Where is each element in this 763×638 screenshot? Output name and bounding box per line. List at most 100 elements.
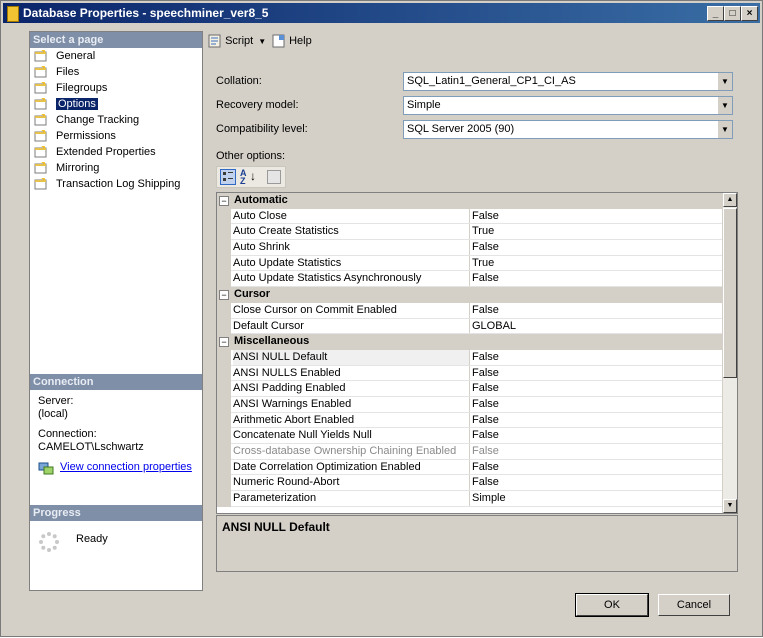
property-row[interactable]: Auto Update Statistics True — [217, 255, 737, 272]
collapse-icon[interactable]: − — [219, 337, 229, 348]
categorized-icon[interactable] — [220, 169, 236, 185]
property-value[interactable]: False — [472, 397, 499, 413]
page-item-label: Change Tracking — [56, 114, 140, 126]
property-value[interactable]: False — [472, 271, 499, 287]
scroll-up-icon[interactable]: ▲ — [723, 193, 737, 207]
property-row[interactable]: ANSI NULLS Enabled False — [217, 365, 737, 382]
category-name: Automatic — [234, 194, 288, 206]
property-row[interactable]: Numeric Round-Abort False — [217, 475, 737, 492]
cancel-button[interactable]: Cancel — [658, 594, 730, 616]
progress-header: Progress — [30, 505, 202, 521]
close-icon[interactable]: × — [741, 6, 758, 21]
property-row[interactable]: Default Cursor GLOBAL — [217, 318, 737, 335]
page-item-label: Transaction Log Shipping — [56, 178, 181, 190]
property-pages-icon[interactable] — [267, 170, 281, 184]
server-value: (local) — [38, 408, 68, 420]
row-gutter — [217, 475, 231, 492]
row-gutter — [217, 224, 231, 241]
property-value[interactable]: False — [472, 381, 499, 397]
property-row[interactable]: ANSI NULL Default False — [217, 349, 737, 366]
collation-select[interactable]: SQL_Latin1_General_CP1_CI_AS ▼ — [403, 72, 733, 91]
property-value[interactable]: True — [472, 224, 494, 240]
property-value[interactable]: False — [472, 444, 499, 460]
window-title: Database Properties - speechminer_ver8_5 — [23, 6, 269, 20]
page-item-transaction-log-shipping[interactable]: Transaction Log Shipping — [30, 176, 202, 192]
grid-toolbar: AZ ↓ — [216, 166, 286, 188]
view-connection-properties-link[interactable]: View connection properties — [60, 461, 192, 473]
scroll-down-icon[interactable]: ▼ — [723, 499, 737, 513]
title-bar[interactable]: Database Properties - speechminer_ver8_5… — [3, 3, 760, 23]
row-gutter — [217, 412, 231, 429]
page-item-files[interactable]: Files — [30, 64, 202, 80]
help-button[interactable]: Help — [272, 34, 312, 48]
connection-header: Connection — [30, 374, 202, 390]
page-item-mirroring[interactable]: Mirroring — [30, 160, 202, 176]
options-property-grid[interactable]: − Automatic Auto Close False Auto Create Sta… — [216, 192, 738, 514]
property-row[interactable]: Auto Create Statistics True — [217, 224, 737, 241]
category-name: Miscellaneous — [234, 335, 310, 348]
property-name: Close Cursor on Commit Enabled — [233, 302, 470, 319]
help-label: Help — [289, 35, 312, 47]
page-item-permissions[interactable]: Permissions — [30, 128, 202, 144]
script-button[interactable]: Script ▼ — [208, 34, 266, 48]
property-row[interactable]: Date Correlation Optimization Enabled Fal… — [217, 459, 737, 476]
right-pane: Script ▼ Help Collation: SQL_Latin1_Gene… — [206, 31, 743, 589]
collapse-icon[interactable]: − — [219, 290, 229, 301]
property-row[interactable]: Auto Close False — [217, 208, 737, 225]
page-item-filegroups[interactable]: Filegroups — [30, 80, 202, 96]
property-value[interactable]: True — [472, 256, 494, 272]
row-gutter — [217, 302, 231, 319]
page-item-extended-properties[interactable]: Extended Properties — [30, 144, 202, 160]
page-item-general[interactable]: General — [30, 48, 202, 64]
property-value[interactable]: False — [472, 460, 499, 476]
property-value[interactable]: False — [472, 240, 499, 256]
category-row[interactable]: − Cursor — [217, 287, 737, 303]
chevron-down-icon[interactable]: ▼ — [717, 121, 732, 138]
property-value[interactable]: False — [472, 303, 499, 319]
property-row[interactable]: Auto Update Statistics Asynchronously Fal… — [217, 271, 737, 288]
property-name: Concatenate Null Yields Null — [233, 428, 470, 444]
row-gutter — [217, 396, 231, 413]
chevron-down-icon[interactable]: ▼ — [717, 73, 732, 90]
property-value[interactable]: False — [472, 209, 499, 225]
row-gutter — [217, 381, 231, 397]
property-row[interactable]: Close Cursor on Commit Enabled False — [217, 302, 737, 319]
property-value[interactable]: False — [472, 413, 499, 429]
page-item-change-tracking[interactable]: Change Tracking — [30, 112, 202, 128]
connection-value: CAMELOT\Lschwartz — [38, 441, 144, 453]
property-row[interactable]: ANSI Padding Enabled False — [217, 381, 737, 397]
property-row[interactable]: Cross-database Ownership Chaining Enable… — [217, 444, 737, 460]
category-row[interactable]: − Automatic — [217, 193, 737, 209]
recovery-model-select[interactable]: Simple ▼ — [403, 96, 733, 115]
property-name: Auto Update Statistics Asynchronously — [233, 271, 470, 288]
row-gutter — [217, 444, 231, 460]
ok-button[interactable]: OK — [575, 593, 649, 617]
compatibility-level-select[interactable]: SQL Server 2005 (90) ▼ — [403, 120, 733, 139]
property-row[interactable]: Parameterization Simple — [217, 491, 737, 507]
property-value[interactable]: False — [472, 366, 499, 382]
property-value[interactable]: False — [472, 350, 499, 366]
category-row[interactable]: − Miscellaneous — [217, 334, 737, 350]
chevron-down-icon[interactable]: ▼ — [717, 97, 732, 114]
property-name: ANSI NULLS Enabled — [233, 365, 470, 382]
page-item-label: Options — [56, 98, 98, 110]
property-row[interactable]: Concatenate Null Yields Null False — [217, 428, 737, 444]
grid-scrollbar[interactable]: ▲ ▼ — [722, 193, 737, 513]
minimize-icon[interactable]: _ — [707, 6, 724, 21]
property-value[interactable]: GLOBAL — [472, 319, 516, 335]
collation-label: Collation: — [216, 75, 262, 87]
page-item-options[interactable]: Options — [30, 96, 202, 112]
property-value[interactable]: False — [472, 428, 499, 444]
maximize-icon[interactable]: □ — [724, 6, 741, 21]
property-value[interactable]: Simple — [472, 491, 506, 507]
scroll-thumb[interactable] — [723, 208, 737, 378]
recovery-model-label: Recovery model: — [216, 99, 299, 111]
property-value[interactable]: False — [472, 475, 499, 491]
collapse-icon[interactable]: − — [219, 196, 229, 206]
property-row[interactable]: Auto Shrink False — [217, 240, 737, 256]
property-name: Parameterization — [233, 491, 470, 507]
property-row[interactable]: ANSI Warnings Enabled False — [217, 396, 737, 413]
property-name: Cross-database Ownership Chaining Enable… — [233, 444, 470, 460]
property-row[interactable]: Arithmetic Abort Enabled False — [217, 412, 737, 429]
chevron-down-icon: ▼ — [258, 36, 267, 46]
